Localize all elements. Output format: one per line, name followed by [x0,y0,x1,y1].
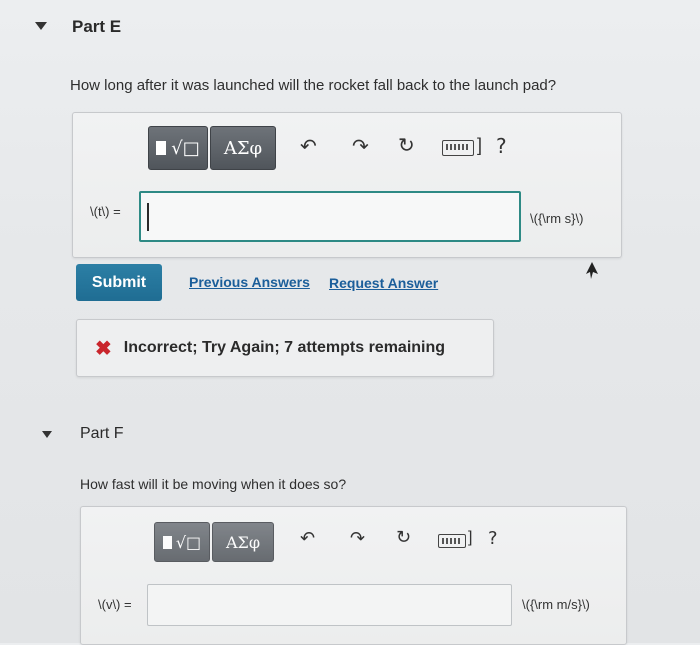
undo-icon[interactable]: ↶ [300,136,317,156]
mouse-pointer-icon [586,262,598,279]
previous-answers-link[interactable]: Previous Answers [189,274,310,290]
keyboard-icon[interactable] [442,140,474,156]
part-f-answer-input[interactable] [147,584,512,626]
part-e-answer-input[interactable] [139,191,521,242]
request-answer-link[interactable]: Request Answer [329,275,438,291]
redo-icon[interactable]: ↷ [350,530,365,548]
text-cursor [147,203,149,231]
feedback-box: ✖ Incorrect; Try Again; 7 attempts remai… [76,319,494,377]
templates-button[interactable]: √□ [154,522,210,562]
symbols-button[interactable]: ΑΣφ [210,126,276,170]
reset-icon[interactable]: ↻ [398,135,415,155]
keyboard-icon[interactable] [438,534,466,548]
part-e-toolbar: √□ ΑΣφ ↶ ↷ ↻ ] ? [140,124,530,176]
templates-label: √□ [175,532,202,552]
help-icon[interactable]: ? [496,134,507,158]
symbols-button[interactable]: ΑΣφ [212,522,274,562]
submit-button[interactable]: Submit [76,264,162,301]
part-e-input-label: \(t\) = [90,204,121,219]
collapse-caret-icon[interactable] [35,22,47,30]
part-f-title: Part F [80,425,124,442]
templates-button[interactable]: √□ [148,126,208,170]
redo-icon[interactable]: ↷ [352,136,369,156]
part-f-unit: \({\rm m/s}\) [522,597,590,612]
part-e-unit: \({\rm s}\) [530,211,584,226]
feedback-text: Incorrect; Try Again; 7 attempts remaini… [123,339,446,356]
submit-label: Submit [91,273,147,291]
undo-icon[interactable]: ↶ [300,530,315,548]
part-f-toolbar: √□ ΑΣφ ↶ ↷ ↻ ] ? [146,520,526,566]
help-icon[interactable]: ? [488,528,498,549]
part-e-question: How long after it was launched will the … [70,77,557,94]
templates-label: √□ [171,137,200,159]
incorrect-icon: ✖ [95,337,112,360]
part-e-title: Part E [72,17,122,36]
collapse-caret-icon[interactable] [42,431,52,438]
symbols-label: ΑΣφ [225,532,261,552]
part-f-input-label: \(v\) = [98,597,132,612]
part-f-question: How fast will it be moving when it does … [80,476,347,492]
symbols-label: ΑΣφ [223,137,263,159]
reset-icon[interactable]: ↻ [396,529,411,547]
